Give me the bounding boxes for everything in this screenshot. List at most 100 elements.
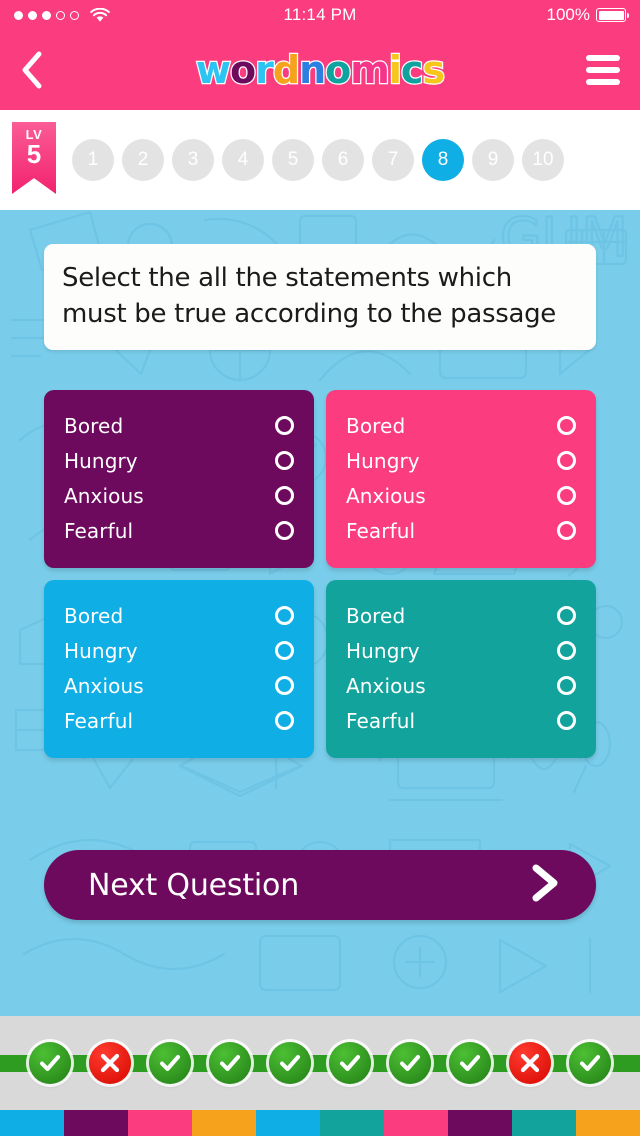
answer-option[interactable]: Anxious xyxy=(64,668,298,703)
radio-button-icon[interactable] xyxy=(275,711,294,730)
score-mark-correct xyxy=(149,1042,191,1084)
bottom-color-tiles xyxy=(0,1110,640,1136)
answer-option[interactable]: Anxious xyxy=(346,478,580,513)
answer-option[interactable]: Bored xyxy=(64,598,298,633)
logo-letter-9: s xyxy=(421,47,446,94)
logo-letter-8: c xyxy=(400,47,425,94)
answer-option-label: Bored xyxy=(64,603,124,628)
radio-button-icon[interactable] xyxy=(275,641,294,660)
radio-button-icon[interactable] xyxy=(557,521,576,540)
logo-letter-4: n xyxy=(298,47,328,94)
next-question-button[interactable]: Next Question xyxy=(44,850,596,920)
question-nav-item-4[interactable]: 4 xyxy=(222,139,264,181)
answer-option[interactable]: Anxious xyxy=(64,478,298,513)
status-bar-right: 100% xyxy=(546,5,629,25)
score-marks xyxy=(29,1042,611,1084)
main-content: GUM Select the all the statements which … xyxy=(0,210,640,1016)
score-mark-correct xyxy=(329,1042,371,1084)
radio-button-icon[interactable] xyxy=(275,521,294,540)
hamburger-menu-icon[interactable] xyxy=(576,48,620,92)
question-nav-item-8[interactable]: 8 xyxy=(422,139,464,181)
answer-option[interactable]: Hungry xyxy=(64,633,298,668)
score-mark-correct xyxy=(29,1042,71,1084)
radio-button-icon[interactable] xyxy=(557,451,576,470)
bottom-tile-7[interactable] xyxy=(448,1110,512,1136)
answer-card-teal[interactable]: Bored Hungry Anxious Fearful xyxy=(326,580,596,758)
bottom-tile-1[interactable] xyxy=(64,1110,128,1136)
check-icon xyxy=(580,1055,600,1071)
status-bar: 11:14 PM 100% xyxy=(0,0,640,30)
answer-option-label: Hungry xyxy=(64,448,138,473)
level-badge: LV 5 xyxy=(12,122,56,194)
score-mark-correct xyxy=(269,1042,311,1084)
answer-card-pink[interactable]: Bored Hungry Anxious Fearful xyxy=(326,390,596,568)
answer-option[interactable]: Anxious xyxy=(346,668,580,703)
question-nav-item-1[interactable]: 1 xyxy=(72,139,114,181)
answer-option[interactable]: Fearful xyxy=(64,513,298,548)
answer-option[interactable]: Fearful xyxy=(64,703,298,738)
answer-card-blue[interactable]: Bored Hungry Anxious Fearful xyxy=(44,580,314,758)
bottom-tile-6[interactable] xyxy=(384,1110,448,1136)
question-nav-item-9[interactable]: 9 xyxy=(472,139,514,181)
radio-button-icon[interactable] xyxy=(557,711,576,730)
radio-button-icon[interactable] xyxy=(275,451,294,470)
check-icon xyxy=(400,1055,420,1071)
answer-option[interactable]: Bored xyxy=(64,408,298,443)
radio-button-icon[interactable] xyxy=(557,606,576,625)
cross-icon xyxy=(520,1053,540,1073)
score-mark-correct xyxy=(449,1042,491,1084)
answer-option-label: Fearful xyxy=(64,708,134,733)
logo-letter-2: r xyxy=(254,47,275,94)
question-nav-item-5[interactable]: 5 xyxy=(272,139,314,181)
score-mark-wrong xyxy=(89,1042,131,1084)
battery-percent: 100% xyxy=(546,5,590,24)
bottom-tile-9[interactable] xyxy=(576,1110,640,1136)
question-nav-item-3[interactable]: 3 xyxy=(172,139,214,181)
next-question-label: Next Question xyxy=(88,867,300,903)
bottom-tile-8[interactable] xyxy=(512,1110,576,1136)
bottom-tile-4[interactable] xyxy=(256,1110,320,1136)
answer-option[interactable]: Bored xyxy=(346,598,580,633)
answer-option-label: Anxious xyxy=(64,673,144,698)
cross-icon xyxy=(100,1053,120,1073)
answer-option-label: Anxious xyxy=(64,483,144,508)
logo-letter-0: w xyxy=(195,47,233,94)
question-nav-item-2[interactable]: 2 xyxy=(122,139,164,181)
radio-button-icon[interactable] xyxy=(557,676,576,695)
answer-option[interactable]: Hungry xyxy=(64,443,298,478)
logo-letter-5: o xyxy=(324,47,353,94)
answer-option[interactable]: Fearful xyxy=(346,703,580,738)
answer-option[interactable]: Hungry xyxy=(346,443,580,478)
logo-letter-6: m xyxy=(349,47,391,94)
radio-button-icon[interactable] xyxy=(557,641,576,660)
radio-button-icon[interactable] xyxy=(275,486,294,505)
bottom-tile-0[interactable] xyxy=(0,1110,64,1136)
answer-card-purple[interactable]: Bored Hungry Anxious Fearful xyxy=(44,390,314,568)
radio-button-icon[interactable] xyxy=(557,486,576,505)
score-mark-wrong xyxy=(509,1042,551,1084)
chevron-right-icon xyxy=(528,863,562,908)
answer-option[interactable]: Fearful xyxy=(346,513,580,548)
question-nav-item-7[interactable]: 7 xyxy=(372,139,414,181)
question-nav-item-10[interactable]: 10 xyxy=(522,139,564,181)
radio-button-icon[interactable] xyxy=(275,416,294,435)
check-icon xyxy=(40,1055,60,1071)
radio-button-icon[interactable] xyxy=(557,416,576,435)
level-number: 5 xyxy=(26,139,42,169)
nav-bar: wordnomics xyxy=(0,30,640,110)
bottom-tile-5[interactable] xyxy=(320,1110,384,1136)
bottom-tile-3[interactable] xyxy=(192,1110,256,1136)
answer-option[interactable]: Hungry xyxy=(346,633,580,668)
battery-full-icon xyxy=(596,8,629,22)
answer-option-label: Bored xyxy=(346,413,406,438)
answer-option-label: Hungry xyxy=(346,638,420,663)
question-nav-item-6[interactable]: 6 xyxy=(322,139,364,181)
check-icon xyxy=(160,1055,180,1071)
bottom-tile-2[interactable] xyxy=(128,1110,192,1136)
answer-option[interactable]: Bored xyxy=(346,408,580,443)
radio-button-icon[interactable] xyxy=(275,606,294,625)
app-logo: wordnomics xyxy=(0,47,640,94)
answer-option-label: Anxious xyxy=(346,483,426,508)
answer-option-label: Fearful xyxy=(346,518,416,543)
radio-button-icon[interactable] xyxy=(275,676,294,695)
